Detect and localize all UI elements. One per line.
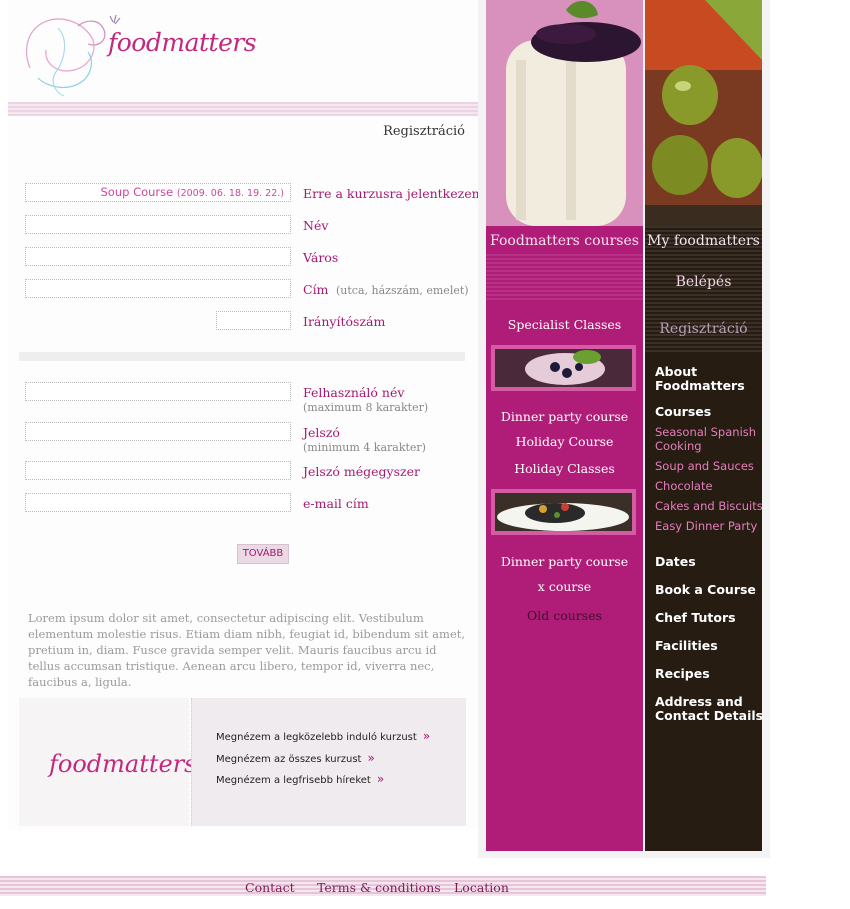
name-label: Név [303, 218, 329, 233]
password-label: Jelszó [303, 425, 340, 440]
zip-field[interactable] [216, 311, 291, 330]
menu-address-contact[interactable]: Address and Contact Details [655, 695, 763, 723]
tab-foodmatters-courses[interactable]: Foodmatters courses [486, 233, 643, 249]
menu-facilities[interactable]: Facilities [655, 639, 718, 653]
submenu-chocolate[interactable]: Chocolate [655, 479, 713, 493]
chevron-double-right-icon: » [422, 729, 431, 743]
foodmatters-logo[interactable]: foodmatters [18, 8, 257, 98]
address-hint: (utca, házszám, emelet) [336, 284, 469, 297]
footer-location-link[interactable]: Location [454, 880, 509, 895]
menu-old-courses[interactable]: Old courses [486, 608, 643, 623]
menu-holiday-course[interactable]: Holiday Course [486, 434, 643, 449]
password-hint: (minimum 4 karakter) [303, 441, 426, 454]
sidebar-register-link[interactable]: Regisztráció [645, 321, 762, 337]
login-link[interactable]: Belépés [645, 274, 762, 290]
course-field-value: Soup Course (2009. 06. 18. 19. 22.) [100, 185, 284, 199]
menu-chef-tutors[interactable]: Chef Tutors [655, 611, 736, 625]
address-label: Cím [303, 282, 329, 297]
submenu-seasonal-spanish-cooking[interactable]: Seasonal Spanish Cooking [655, 425, 756, 453]
menu-about-foodmatters[interactable]: About Foodmatters [655, 365, 745, 393]
submit-button[interactable]: TOVÁBB [237, 544, 289, 564]
tab-my-foodmatters[interactable]: My foodmatters [645, 233, 762, 249]
email-field[interactable] [25, 493, 291, 512]
body-text: Lorem ipsum dolor sit amet, consectetur … [28, 611, 466, 689]
name-field[interactable] [25, 215, 291, 234]
dinner-thumbnail[interactable] [491, 489, 636, 535]
header-band [8, 102, 478, 116]
course-label: Erre a kurzusra jelentkezem! [303, 186, 489, 201]
menu-holiday-classes[interactable]: Holiday Classes [486, 461, 643, 476]
course-field[interactable]: Soup Course (2009. 06. 18. 19. 22.) [25, 183, 291, 202]
footer-contact-link[interactable]: Contact [245, 880, 295, 895]
olives-photo [645, 0, 762, 226]
menu-dinner-party-course[interactable]: Dinner party course [486, 409, 643, 424]
address-field[interactable] [25, 279, 291, 298]
city-label: Város [303, 250, 339, 265]
chevron-double-right-icon: » [376, 772, 385, 786]
menu-courses[interactable]: Courses [655, 405, 711, 419]
form-divider [19, 352, 465, 361]
username-label: Felhasználó név [303, 385, 405, 400]
logo-text: foodmatters [108, 28, 257, 57]
zip-label: Irányítószám [303, 314, 386, 329]
email-label: e-mail cím [303, 496, 369, 511]
promo-logo-box: foodmatters [19, 698, 197, 826]
username-field[interactable] [25, 382, 291, 401]
promo-logo-text: foodmatters [49, 750, 197, 778]
city-field[interactable] [25, 247, 291, 266]
password-confirm-label: Jelszó mégegyszer [303, 464, 420, 479]
submenu-cakes-and-biscuits[interactable]: Cakes and Biscuits [655, 499, 763, 513]
specialist-thumbnail[interactable] [491, 345, 636, 391]
menu-recipes[interactable]: Recipes [655, 667, 710, 681]
submenu-soup-and-sauces[interactable]: Soup and Sauces [655, 459, 754, 473]
username-hint: (maximum 8 karakter) [303, 401, 429, 414]
password-confirm-field[interactable] [25, 461, 291, 480]
menu-dates[interactable]: Dates [655, 555, 696, 569]
footer-terms-link[interactable]: Terms & conditions [317, 880, 441, 895]
chevron-double-right-icon: » [367, 751, 375, 765]
password-field[interactable] [25, 422, 291, 441]
promo-link-all-courses[interactable]: Megnézem az összes kurzust» [216, 751, 375, 765]
promo-link-next-course[interactable]: Megnézem a legközelebb induló kurzust» [216, 729, 430, 743]
menu-dinner-party-course-2[interactable]: Dinner party course [486, 554, 643, 569]
dessert-photo [486, 0, 643, 226]
register-link[interactable]: Regisztráció [383, 124, 465, 139]
courses-stripe [486, 254, 643, 302]
menu-specialist-classes[interactable]: Specialist Classes [486, 317, 643, 332]
promo-link-news[interactable]: Megnézem a legfrisebb híreket» [216, 772, 384, 786]
submenu-easy-dinner-party[interactable]: Easy Dinner Party [655, 519, 757, 533]
menu-x-course[interactable]: x course [486, 579, 643, 594]
menu-book-a-course[interactable]: Book a Course [655, 583, 756, 597]
